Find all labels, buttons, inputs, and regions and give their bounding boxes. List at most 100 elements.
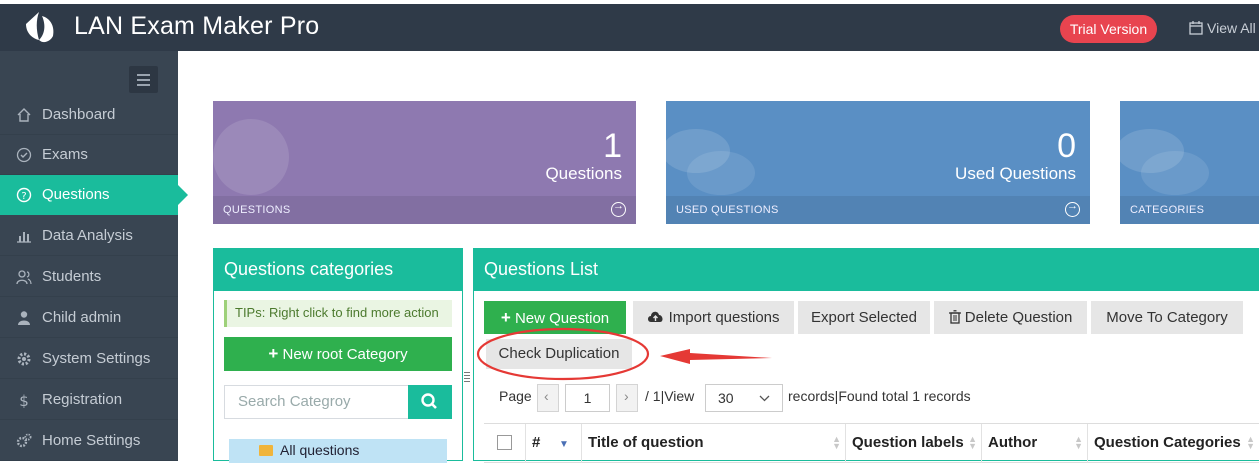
column-label: Question Categories bbox=[1094, 434, 1241, 451]
categories-panel-title: Questions categories bbox=[214, 249, 462, 291]
trial-version-badge[interactable]: Trial Version bbox=[1060, 15, 1157, 43]
next-page-button[interactable]: › bbox=[616, 384, 638, 412]
globe-icon bbox=[213, 119, 289, 195]
stat-card-questions[interactable]: 1 Questions QUESTIONS bbox=[213, 101, 636, 224]
app-logo-icon bbox=[26, 12, 54, 43]
column-header-labels[interactable]: Question labels ▲ ▼ bbox=[846, 424, 982, 463]
select-all-checkbox[interactable] bbox=[497, 435, 512, 450]
stat-card-used-questions[interactable]: 0 Used Questions USED QUESTIONS bbox=[666, 101, 1090, 224]
select-all-header bbox=[484, 424, 526, 463]
sidebar-item-questions[interactable]: ? Questions bbox=[0, 175, 188, 215]
sidebar-item-label: Dashboard bbox=[42, 106, 116, 123]
home-icon bbox=[17, 108, 31, 122]
stat-footer: QUESTIONS bbox=[213, 196, 636, 224]
new-question-button[interactable]: + New Question bbox=[484, 301, 626, 334]
category-search-button[interactable] bbox=[408, 385, 452, 419]
app-header: LAN Exam Maker Pro Trial Version View Al… bbox=[0, 4, 1259, 51]
view-all-link[interactable]: View All bbox=[1189, 20, 1256, 36]
stat-label: Questions bbox=[545, 164, 622, 183]
chevron-right-icon: › bbox=[624, 388, 629, 404]
column-label: # bbox=[532, 434, 541, 451]
svg-text:$: $ bbox=[19, 392, 29, 408]
sidebar-item-label: Students bbox=[42, 268, 102, 285]
stat-value: 1 bbox=[603, 127, 622, 165]
sidebar-item-data-analysis[interactable]: Data Analysis bbox=[0, 216, 178, 256]
move-to-category-button[interactable]: Move To Category bbox=[1091, 301, 1243, 334]
stat-footer-label: QUESTIONS bbox=[223, 204, 291, 216]
stat-card-categories[interactable]: CATEGORIES bbox=[1120, 101, 1259, 224]
category-search-input[interactable]: Search Categroy bbox=[224, 385, 409, 419]
sidebar-item-exams[interactable]: Exams bbox=[0, 135, 178, 175]
stat-footer: USED QUESTIONS bbox=[666, 196, 1090, 224]
new-root-category-label: New root Category bbox=[282, 346, 408, 363]
tips-text: TIPs: Right click to find more action bbox=[224, 300, 452, 327]
arrow-circle-right-icon[interactable] bbox=[1065, 200, 1080, 217]
column-header-author[interactable]: Author ▲ ▼ bbox=[982, 424, 1088, 463]
search-icon bbox=[421, 393, 437, 409]
per-page-value: 30 bbox=[718, 390, 734, 406]
check-duplication-button[interactable]: Check Duplication bbox=[486, 339, 632, 369]
sidebar-item-system-settings[interactable]: System Settings bbox=[0, 339, 178, 379]
sidebar-item-dashboard[interactable]: Dashboard bbox=[0, 95, 178, 135]
sort-icon: ▲ ▼ bbox=[832, 434, 841, 451]
column-label: Author bbox=[988, 434, 1038, 451]
column-label: Title of question bbox=[588, 434, 704, 451]
page-label: Page bbox=[499, 388, 532, 404]
panel-resize-handle[interactable] bbox=[464, 372, 470, 386]
stat-label: Used Questions bbox=[955, 164, 1076, 183]
categories-panel: Questions categories TIPs: Right click t… bbox=[213, 248, 463, 463]
questions-list-panel: Questions List + New Question Import que… bbox=[473, 248, 1259, 463]
column-header-number[interactable]: # ▼ bbox=[526, 424, 582, 463]
stat-footer-label: USED QUESTIONS bbox=[676, 204, 779, 216]
chevron-left-icon: ‹ bbox=[544, 388, 549, 404]
delete-question-button[interactable]: Delete Question bbox=[934, 301, 1087, 334]
sidebar-item-home-settings[interactable]: Home Settings bbox=[0, 421, 178, 461]
sidebar-item-students[interactable]: Students bbox=[0, 257, 178, 297]
stat-footer: CATEGORIES bbox=[1120, 196, 1259, 224]
plus-icon: + bbox=[268, 344, 279, 363]
sidebar-item-label: Exams bbox=[42, 146, 88, 163]
cloud-upload-icon bbox=[648, 311, 664, 322]
sidebar-item-registration[interactable]: $ Registration bbox=[0, 380, 178, 420]
column-header-title[interactable]: Title of question ▲ ▼ bbox=[582, 424, 846, 463]
stat-value: 0 bbox=[1057, 127, 1076, 165]
import-questions-button[interactable]: Import questions bbox=[633, 301, 794, 334]
plus-icon: + bbox=[500, 308, 511, 327]
trash-icon bbox=[948, 310, 961, 324]
per-page-select[interactable]: 30 bbox=[705, 384, 783, 412]
dollar-icon: $ bbox=[19, 392, 29, 408]
sort-desc-icon: ▼ bbox=[559, 439, 569, 450]
folder-icon bbox=[259, 445, 273, 456]
column-label: Question labels bbox=[852, 434, 964, 451]
sidebar-item-label: Child admin bbox=[42, 309, 122, 326]
chevron-down-icon bbox=[759, 395, 770, 402]
page-number-input[interactable]: 1 bbox=[565, 384, 610, 412]
arrow-circle-right-icon[interactable] bbox=[611, 200, 626, 217]
prev-page-button[interactable]: ‹ bbox=[537, 384, 559, 412]
tree-item-label: All questions bbox=[280, 442, 360, 458]
calendar-icon bbox=[1189, 21, 1203, 35]
stat-footer-label: CATEGORIES bbox=[1130, 204, 1205, 216]
sidebar-item-child-admin[interactable]: Child admin bbox=[0, 298, 178, 338]
view-all-label: View All bbox=[1207, 20, 1256, 36]
sidebar-item-label: Home Settings bbox=[42, 432, 141, 449]
column-header-categories[interactable]: Question Categories ▲ ▼ bbox=[1088, 424, 1259, 463]
new-root-category-button[interactable]: + New root Category bbox=[224, 337, 452, 371]
check-circle-icon bbox=[16, 147, 32, 163]
questions-list-title: Questions List bbox=[474, 249, 1259, 291]
tree-item-all-questions[interactable]: All questions bbox=[229, 439, 447, 463]
question-circle-icon: ? bbox=[16, 187, 32, 203]
table-header: # ▼ Title of question ▲ ▼ Question labels… bbox=[484, 423, 1259, 463]
menu-toggle-button[interactable] bbox=[129, 66, 158, 93]
page-total-text: / 1|View bbox=[645, 388, 695, 404]
users-icon bbox=[16, 270, 32, 285]
sidebar-item-label: Registration bbox=[42, 391, 123, 408]
svg-text:?: ? bbox=[21, 191, 26, 202]
new-question-label: New Question bbox=[514, 310, 610, 327]
chat-bubbles-icon bbox=[1120, 129, 1209, 195]
gear-icon bbox=[17, 352, 31, 366]
sidebar-item-label: System Settings bbox=[42, 350, 151, 367]
export-selected-button[interactable]: Export Selected bbox=[798, 301, 930, 334]
app-title: LAN Exam Maker Pro bbox=[74, 12, 320, 40]
gears-icon bbox=[16, 433, 32, 448]
